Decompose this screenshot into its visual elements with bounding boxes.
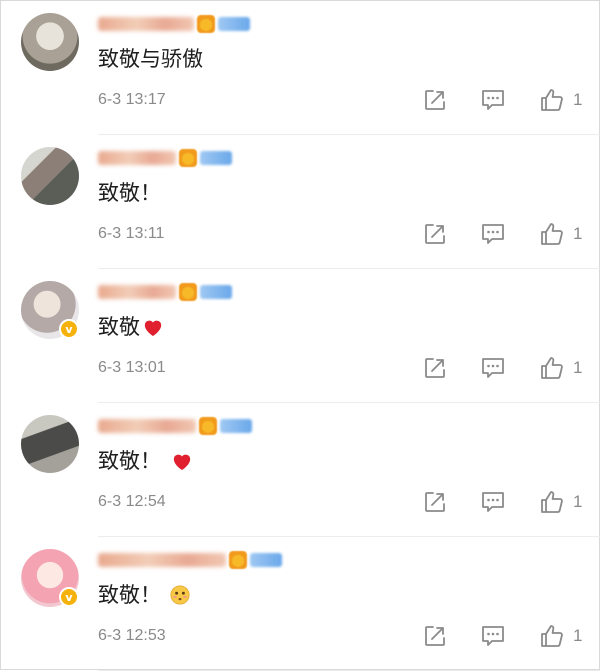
crown-badge-icon bbox=[199, 417, 217, 435]
like-icon bbox=[541, 625, 563, 647]
verified-badge-icon: v bbox=[59, 587, 79, 607]
avatar[interactable] bbox=[21, 147, 79, 205]
verified-badge-icon: v bbox=[59, 319, 79, 339]
reply-button[interactable] bbox=[480, 356, 506, 380]
comment-text: 致敬 bbox=[98, 313, 164, 341]
avatar[interactable] bbox=[21, 415, 79, 473]
flushed-face-icon bbox=[170, 585, 190, 605]
username-blurred bbox=[98, 17, 194, 31]
avatar-image bbox=[21, 415, 79, 473]
repost-icon bbox=[425, 626, 445, 646]
avatar[interactable] bbox=[21, 13, 79, 71]
like-icon bbox=[541, 89, 563, 111]
level-badge-icon bbox=[220, 419, 252, 433]
comment-list: v 致敬与骄傲 6-3 13:17 bbox=[0, 0, 600, 671]
comment-text-content: 致敬 bbox=[98, 315, 140, 339]
username[interactable] bbox=[98, 417, 252, 435]
like-icon bbox=[541, 223, 563, 245]
like-button[interactable]: 1 bbox=[539, 490, 582, 514]
level-badge-icon bbox=[200, 285, 232, 299]
repost-button[interactable] bbox=[423, 356, 447, 380]
heart-icon bbox=[144, 320, 162, 337]
comment-text-content: 致敬！ bbox=[98, 449, 161, 473]
username-blurred bbox=[98, 553, 226, 567]
like-count: 1 bbox=[573, 492, 583, 511]
like-count: 1 bbox=[573, 224, 583, 243]
crown-badge-icon bbox=[197, 15, 215, 33]
avatar-image bbox=[21, 147, 79, 205]
comment-timestamp: 6-3 13:17 bbox=[98, 91, 166, 108]
repost-icon bbox=[425, 492, 445, 512]
comment-text: 致敬！ bbox=[98, 447, 193, 475]
username[interactable] bbox=[98, 15, 250, 33]
username[interactable] bbox=[98, 283, 232, 301]
heart-icon bbox=[173, 454, 191, 471]
comment-text-content: 致敬！ bbox=[98, 181, 161, 205]
like-count: 1 bbox=[573, 626, 583, 645]
comment-item-5: v 致敬！ 6-3 12:53 1 bbox=[1, 537, 600, 671]
comment-timestamp: 6-3 12:53 bbox=[98, 627, 166, 644]
level-badge-icon bbox=[218, 17, 250, 31]
like-count: 1 bbox=[573, 90, 583, 109]
comment-text: 致敬！ bbox=[98, 581, 191, 609]
level-badge-icon bbox=[200, 151, 232, 165]
like-button[interactable]: 1 bbox=[539, 222, 582, 246]
comment-icon bbox=[482, 626, 504, 646]
repost-icon bbox=[425, 358, 445, 378]
repost-button[interactable] bbox=[423, 624, 447, 648]
comment-timestamp: 6-3 13:11 bbox=[98, 225, 165, 242]
comment-icon bbox=[482, 90, 504, 110]
comment-text: 致敬与骄傲 bbox=[98, 45, 203, 73]
repost-button[interactable] bbox=[423, 88, 447, 112]
comment-item-1: v 致敬与骄傲 6-3 13:17 bbox=[1, 1, 600, 135]
reply-button[interactable] bbox=[480, 624, 506, 648]
crown-badge-icon bbox=[179, 149, 197, 167]
comment-timestamp: 6-3 13:01 bbox=[98, 359, 166, 376]
comment-item-3: v 致敬 6-3 13:01 1 bbox=[1, 269, 600, 403]
reply-button[interactable] bbox=[480, 490, 506, 514]
reply-button[interactable] bbox=[480, 88, 506, 112]
like-icon bbox=[541, 491, 563, 513]
like-button[interactable]: 1 bbox=[539, 88, 582, 112]
comment-text-content: 致敬与骄傲 bbox=[98, 47, 203, 71]
username-blurred bbox=[98, 419, 196, 433]
comment-item-2: v 致敬！ 6-3 13:11 bbox=[1, 135, 600, 269]
comment-text-content: 致敬！ bbox=[98, 583, 161, 607]
comment-icon bbox=[482, 492, 504, 512]
comment-icon bbox=[482, 224, 504, 244]
like-icon bbox=[541, 357, 563, 379]
repost-button[interactable] bbox=[423, 490, 447, 514]
comment-timestamp: 6-3 12:54 bbox=[98, 493, 166, 510]
comment-icon bbox=[482, 358, 504, 378]
username-blurred bbox=[98, 285, 176, 299]
avatar-image bbox=[21, 13, 79, 71]
comment-text: 致敬！ bbox=[98, 179, 161, 207]
reply-button[interactable] bbox=[480, 222, 506, 246]
username-blurred bbox=[98, 151, 176, 165]
crown-badge-icon bbox=[179, 283, 197, 301]
repost-icon bbox=[425, 90, 445, 110]
repost-icon bbox=[425, 224, 445, 244]
comment-item-4: v 致敬！ 6-3 12:54 bbox=[1, 403, 600, 537]
username[interactable] bbox=[98, 149, 232, 167]
repost-button[interactable] bbox=[423, 222, 447, 246]
username[interactable] bbox=[98, 551, 282, 569]
level-badge-icon bbox=[250, 553, 282, 567]
like-count: 1 bbox=[573, 358, 583, 377]
like-button[interactable]: 1 bbox=[539, 624, 582, 648]
like-button[interactable]: 1 bbox=[539, 356, 582, 380]
crown-badge-icon bbox=[229, 551, 247, 569]
